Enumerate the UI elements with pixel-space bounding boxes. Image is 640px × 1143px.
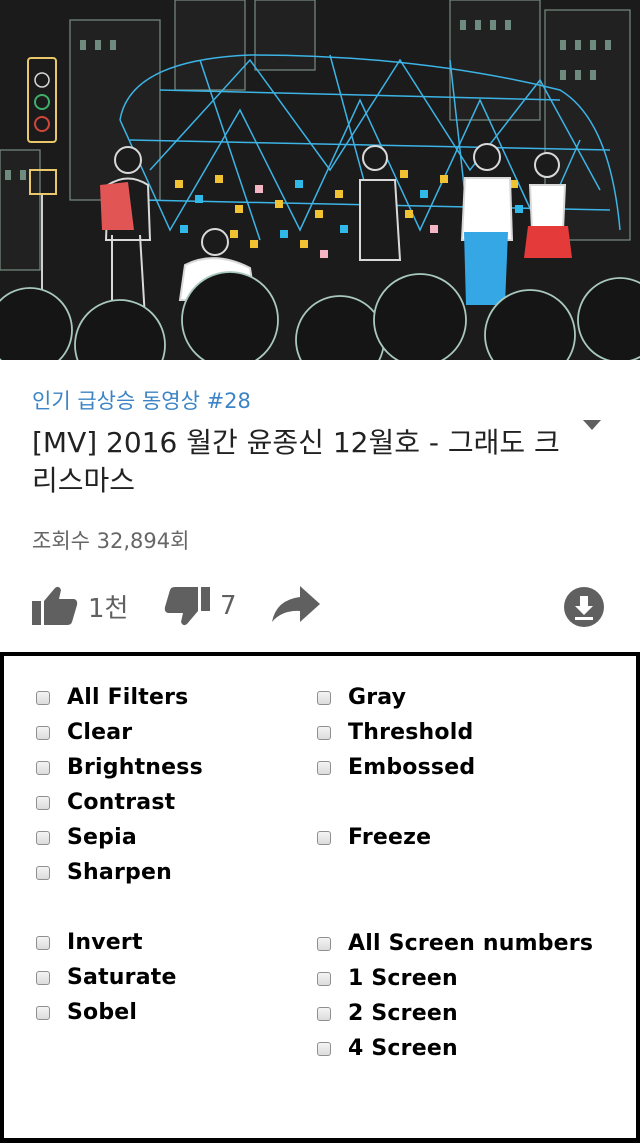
checkbox[interactable] [36,690,50,705]
checkbox[interactable] [317,830,331,845]
filter-panel: All Filters Clear Brightness Contrast Se… [0,652,640,1143]
checkbox[interactable] [36,795,50,810]
video-thumbnail[interactable] [0,0,640,360]
checkbox[interactable] [36,1005,50,1020]
filter-label: Clear [67,720,133,745]
screen-2[interactable]: 2 Screen [317,1001,458,1026]
filter-label: Brightness [67,755,203,780]
filter-brightness[interactable]: Brightness [36,755,203,780]
action-bar: 1천 7 [0,582,640,632]
filter-label: Gray [348,685,407,710]
filter-sepia[interactable]: Sepia [36,825,137,850]
screen-1[interactable]: 1 Screen [317,966,458,991]
checkbox[interactable] [317,1041,331,1056]
video-info: 인기 급상승 동영상 #28 [MV] 2016 월간 윤종신 12월호 - 그… [0,360,640,652]
checkbox[interactable] [317,971,331,986]
download-button[interactable] [563,586,605,628]
checkbox[interactable] [317,760,331,775]
screen-4[interactable]: 4 Screen [317,1036,458,1061]
dislike-count: 7 [220,591,237,621]
filter-label: All Filters [67,685,189,710]
filter-freeze[interactable]: Freeze [317,825,431,850]
checkbox[interactable] [317,1006,331,1021]
like-count: 1천 [88,593,129,624]
filter-gray[interactable]: Gray [317,685,406,710]
like-button[interactable]: 1천 [32,586,128,626]
filter-label: All Screen numbers [348,931,594,956]
thumbs-up-icon [32,586,78,625]
checkbox[interactable] [36,865,50,880]
filter-label: Sharpen [67,860,172,885]
filter-all-filters[interactable]: All Filters [36,685,188,710]
filter-threshold[interactable]: Threshold [317,720,473,745]
expand-caret-icon[interactable] [583,420,601,432]
download-icon [564,587,604,627]
filter-contrast[interactable]: Contrast [36,790,175,815]
filter-label: Threshold [348,720,474,745]
checkbox[interactable] [36,725,50,740]
trending-label[interactable]: 인기 급상승 동영상 #28 [32,385,251,415]
video-title: [MV] 2016 월간 윤종신 12월호 - 그래도 크리스마스 [32,426,560,497]
filter-label: Contrast [67,790,176,815]
screen-all-numbers[interactable]: All Screen numbers [317,931,593,956]
dislike-button[interactable]: 7 [164,586,237,626]
checkbox[interactable] [36,830,50,845]
filter-sobel[interactable]: Sobel [36,1000,137,1025]
filter-label: 1 Screen [348,966,458,991]
filter-label: Invert [67,930,143,955]
filter-label: 4 Screen [348,1036,458,1061]
filter-invert[interactable]: Invert [36,930,143,955]
mv-illustration [0,0,640,360]
filter-label: 2 Screen [348,1001,458,1026]
thumbs-down-icon [164,587,210,626]
filter-saturate[interactable]: Saturate [36,965,177,990]
filter-label: Embossed [348,755,476,780]
filter-embossed[interactable]: Embossed [317,755,475,780]
checkbox[interactable] [317,936,331,951]
filter-clear[interactable]: Clear [36,720,132,745]
filter-label: Sepia [67,825,137,850]
checkbox[interactable] [317,725,331,740]
filter-label: Freeze [348,825,432,850]
checkbox[interactable] [36,935,50,950]
filter-label: Saturate [67,965,177,990]
share-button[interactable] [272,586,320,624]
checkbox[interactable] [36,760,50,775]
checkbox[interactable] [317,690,331,705]
filter-sharpen[interactable]: Sharpen [36,860,172,885]
view-count: 조회수 32,894회 [32,529,190,553]
filter-label: Sobel [67,1000,138,1025]
checkbox[interactable] [36,970,50,985]
share-icon [272,586,320,622]
